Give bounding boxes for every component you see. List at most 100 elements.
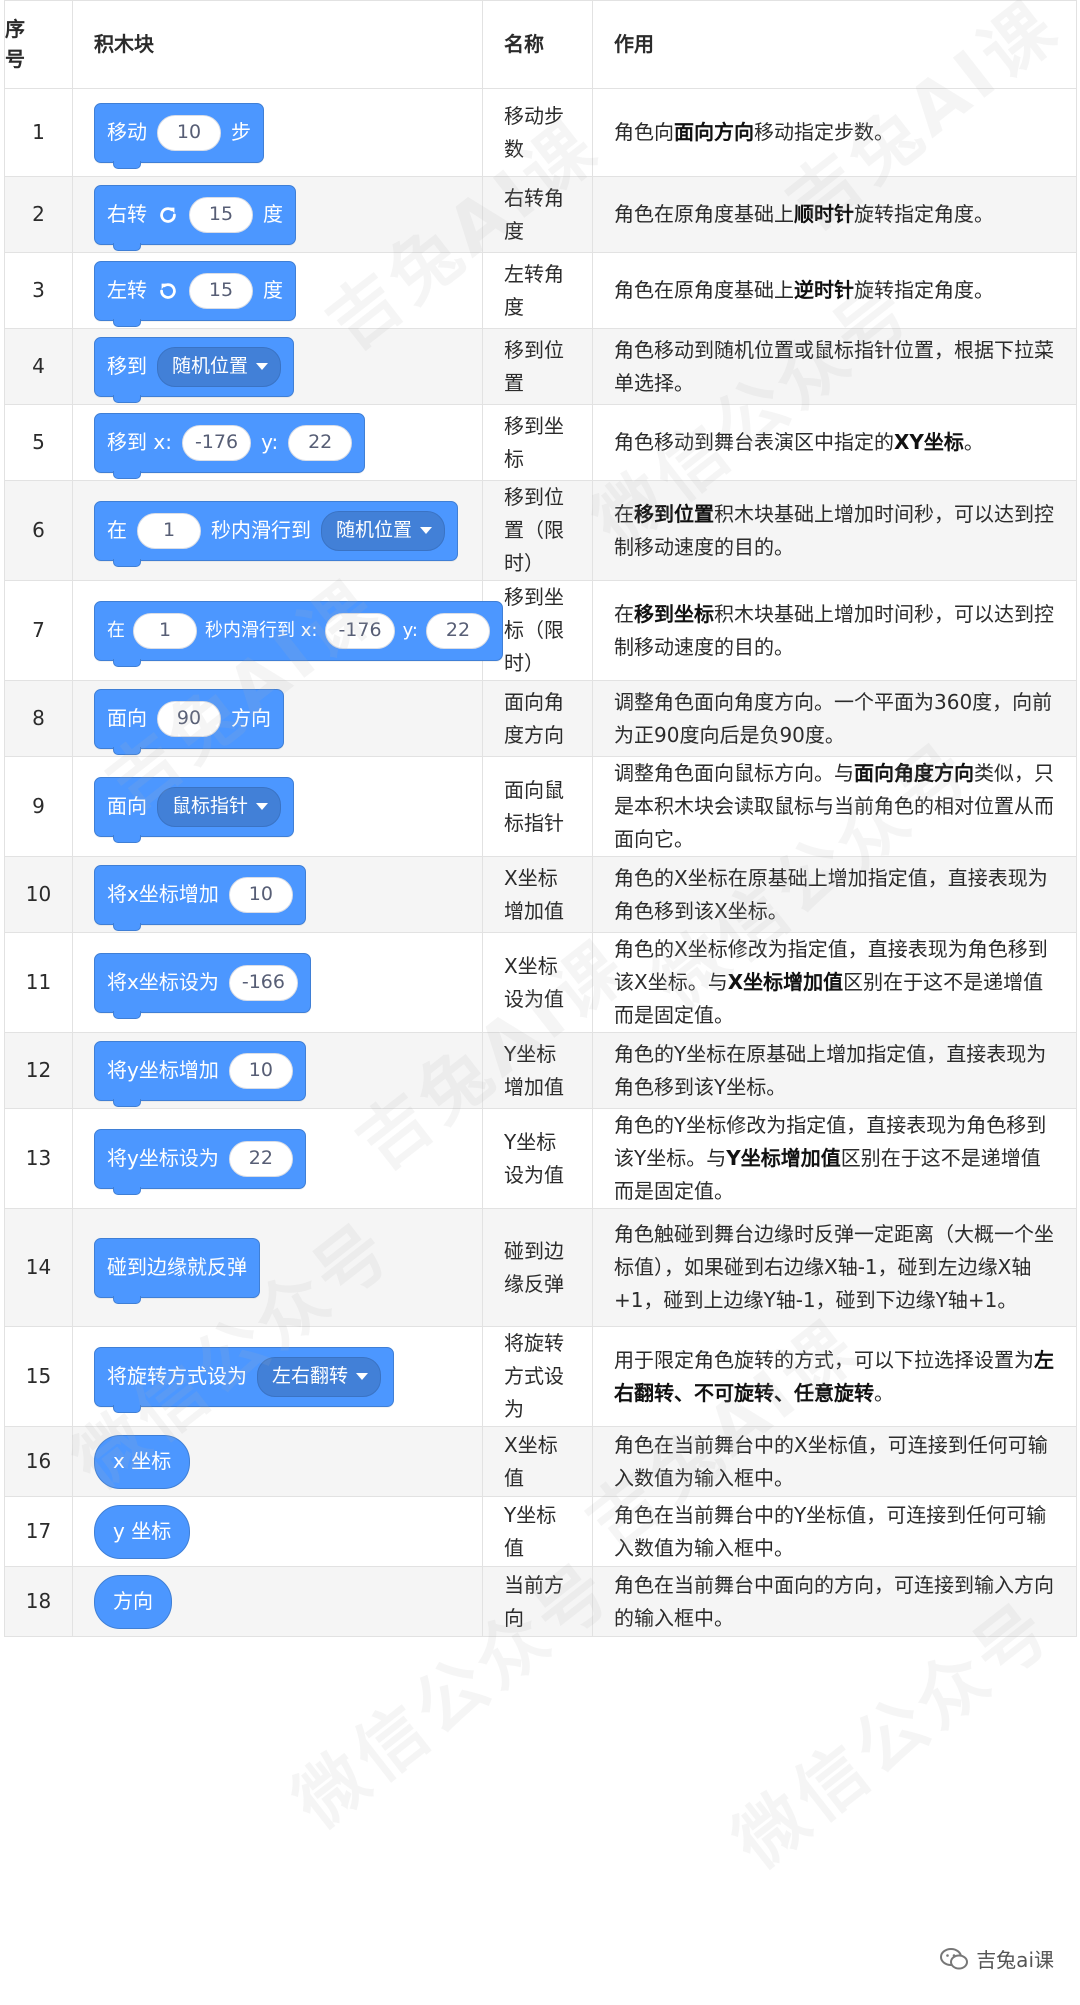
table-row: 18 方向 当前方 向角色在当前舞台中面向的方向，可连接到输入方向的输入框中。 <box>4 1566 1077 1637</box>
caret-down-icon <box>256 803 269 810</box>
scratch-block[interactable]: 将x坐标增加 10 <box>94 864 306 931</box>
block-input-field[interactable]: -176 <box>325 612 395 649</box>
block-description: 角色的X坐标修改为指定值，直接表现为角色移到该X坐标。与X坐标增加值区别在于这不… <box>592 932 1077 1033</box>
table-row: 4 移到 随机位置 移到位 置角色移动到随机位置或鼠标指针位置，根据下拉菜单选择。 <box>4 328 1077 405</box>
scratch-block[interactable]: 在 1 秒内滑行到 x: -176 y: 22 <box>94 600 503 667</box>
description-emphasis: 移到坐标 <box>634 601 714 626</box>
block-input-field[interactable]: -176 <box>181 424 252 461</box>
dropdown-value: 左右翻转 <box>272 1365 349 1387</box>
block-name-text: 将旋转 方式设 为 <box>504 1331 564 1421</box>
description-text: 旋转指定角度。 <box>854 202 994 226</box>
block-description: 角色移动到舞台表演区中指定的XY坐标。 <box>592 404 1077 481</box>
scratch-block[interactable]: 右转 15 度 <box>94 184 296 251</box>
block-description: 调整角色面向鼠标方向。与面向角度方向类似，只是本积木块会读取鼠标与当前角色的相对… <box>592 756 1077 857</box>
table-row: 16 x 坐标 X坐标 值 角色在当前舞台中的X坐标值，可连接到任何可输入数值为输入框… <box>4 1426 1077 1497</box>
block-cell: 将y坐标增加 10 <box>72 1032 483 1109</box>
row-index: 9 <box>4 756 73 857</box>
row-index: 12 <box>4 1032 73 1109</box>
row-index: 5 <box>4 404 73 481</box>
block-name-text: 面向角 度方向 <box>504 689 564 747</box>
dropdown-value: 随机位置 <box>172 355 249 377</box>
scratch-block[interactable]: 在 1 秒内滑行到 随机位置 <box>94 500 459 567</box>
block-cell: y 坐标 <box>72 1496 483 1567</box>
block-name-text: 左转角 度 <box>504 261 564 319</box>
block-input-field[interactable]: 1 <box>133 612 197 649</box>
table-row: 9 面向 鼠标指针 面向鼠 标指针 调整角色面向鼠标方向。与面向角度方向类似，只是本积木… <box>4 756 1077 857</box>
block-label: y: <box>402 620 418 641</box>
block-description: 角色的Y坐标修改为指定值，直接表现为角色移到该Y坐标。与Y坐标增加值区别在于这不… <box>592 1108 1077 1209</box>
row-index: 15 <box>4 1326 73 1427</box>
description-emphasis: XY坐标 <box>894 430 964 454</box>
block-description: 角色在原角度基础上顺时针旋转指定角度。 <box>592 176 1077 253</box>
block-description: 角色向面向方向移动指定步数。 <box>592 88 1077 177</box>
scratch-block[interactable]: 移到 x: -176 y: 22 <box>94 412 366 479</box>
block-label: 度 <box>263 278 283 302</box>
block-input-field[interactable]: 22 <box>288 424 353 461</box>
block-input-field[interactable]: 10 <box>228 1052 293 1089</box>
block-input-field[interactable]: 10 <box>228 876 293 913</box>
description-text: 。 <box>963 430 984 454</box>
block-dropdown[interactable]: 左右翻转 <box>257 1356 382 1397</box>
block-cell: 面向 鼠标指针 <box>72 756 483 857</box>
table-row: 3 左转 15 度左转角 度角色在原角度基础上逆时针旋转指定角度。 <box>4 252 1077 329</box>
block-name-text: X坐标 增加值 <box>504 865 564 923</box>
block-input-field[interactable]: 90 <box>157 700 221 737</box>
block-name: 将旋转 方式设 为 <box>482 1326 593 1427</box>
block-name: 当前方 向 <box>482 1566 593 1637</box>
block-name: Y坐标 增加值 <box>482 1032 593 1109</box>
scratch-block[interactable]: 将y坐标增加 10 <box>94 1040 306 1107</box>
description-text: 移动指定步数。 <box>754 120 894 144</box>
block-description: 用于限定角色旋转的方式，可以下拉选择设置为左右翻转、不可旋转、任意旋转。 <box>592 1326 1077 1427</box>
description-text: 。 <box>874 1380 894 1405</box>
block-input-field[interactable]: 22 <box>426 612 490 649</box>
scratch-block[interactable]: 将y坐标设为 22 <box>94 1128 306 1195</box>
block-input-field[interactable]: 22 <box>228 1140 293 1177</box>
scratch-block[interactable]: 移到 随机位置 <box>94 336 295 403</box>
table-row: 14 碰到边缘就反弹 碰到边 缘反弹 角色触碰到舞台边缘时反弹一定距离（大概一个坐标值… <box>4 1208 1077 1327</box>
block-label: 移到 <box>107 354 147 378</box>
description-text: 在 <box>614 601 634 626</box>
block-input-field[interactable]: -166 <box>228 964 298 1001</box>
block-input-field[interactable]: 1 <box>137 512 201 549</box>
block-input-field[interactable]: 15 <box>189 196 253 233</box>
scratch-block[interactable]: 碰到边缘就反弹 <box>94 1237 260 1304</box>
block-input-field[interactable]: 10 <box>157 114 221 151</box>
scratch-block[interactable]: 面向 鼠标指针 <box>94 776 295 843</box>
reporter-block[interactable]: 方向 <box>94 1574 172 1629</box>
row-index: 6 <box>4 480 73 581</box>
dropdown-value: 鼠标指针 <box>172 795 249 817</box>
table-row: 10 将x坐标增加 10 X坐标 增加值 角色的X坐标在原基础上增加指定值，直接表现为角… <box>4 856 1077 933</box>
scratch-block[interactable]: 面向 90 方向 <box>94 688 284 755</box>
block-dropdown[interactable]: 随机位置 <box>157 346 282 387</box>
block-name-text: X坐标 值 <box>504 1432 558 1490</box>
block-dropdown[interactable]: 随机位置 <box>321 510 446 551</box>
block-name-text: 当前方 向 <box>504 1572 564 1630</box>
reporter-block[interactable]: x 坐标 <box>94 1434 191 1489</box>
scratch-block[interactable]: 将旋转方式设为 左右翻转 <box>94 1346 395 1413</box>
row-index: 17 <box>4 1496 73 1567</box>
block-input-field[interactable]: 15 <box>189 272 253 309</box>
block-cell: 在 1 秒内滑行到 随机位置 <box>72 480 483 581</box>
scratch-block[interactable]: 移动 10 步 <box>94 102 264 169</box>
description-text: 角色的Y坐标在原基础上增加指定值，直接表现为角色移到该Y坐标。 <box>614 1041 1047 1099</box>
row-index: 1 <box>4 88 73 177</box>
block-label: 将x坐标增加 <box>107 882 219 906</box>
block-cell: 在 1 秒内滑行到 x: -176 y: 22 <box>72 580 503 681</box>
block-name-text: 移动步 数 <box>504 103 564 161</box>
table-row: 6 在 1 秒内滑行到 随机位置 移到位 置（限 时） 在移到位置积木块基础上增加时间秒，可… <box>4 480 1077 581</box>
block-cell: 左转 15 度 <box>72 252 483 329</box>
block-dropdown[interactable]: 鼠标指针 <box>157 786 282 827</box>
scratch-block[interactable]: 将x坐标设为 -166 <box>94 952 311 1019</box>
description-text: 角色在原角度基础上 <box>614 278 794 302</box>
corner-watermark: 吉兔ai课 <box>940 1944 1054 1973</box>
block-name-text: 面向鼠 标指针 <box>504 777 564 835</box>
row-index: 4 <box>4 328 73 405</box>
block-description: 角色在原角度基础上逆时针旋转指定角度。 <box>592 252 1077 329</box>
reporter-block[interactable]: y 坐标 <box>94 1504 191 1559</box>
table-row: 12 将y坐标增加 10 Y坐标 增加值 角色的Y坐标在原基础上增加指定值，直接表现为角… <box>4 1032 1077 1109</box>
block-label: 面向 <box>107 794 147 818</box>
row-index: 11 <box>4 932 73 1033</box>
description-text: 角色在当前舞台中的Y坐标值，可连接到任何可输入数值为输入框中。 <box>614 1502 1047 1560</box>
scratch-block[interactable]: 左转 15 度 <box>94 260 296 327</box>
description-text: 调整角色面向鼠标方向。与 <box>614 761 854 785</box>
